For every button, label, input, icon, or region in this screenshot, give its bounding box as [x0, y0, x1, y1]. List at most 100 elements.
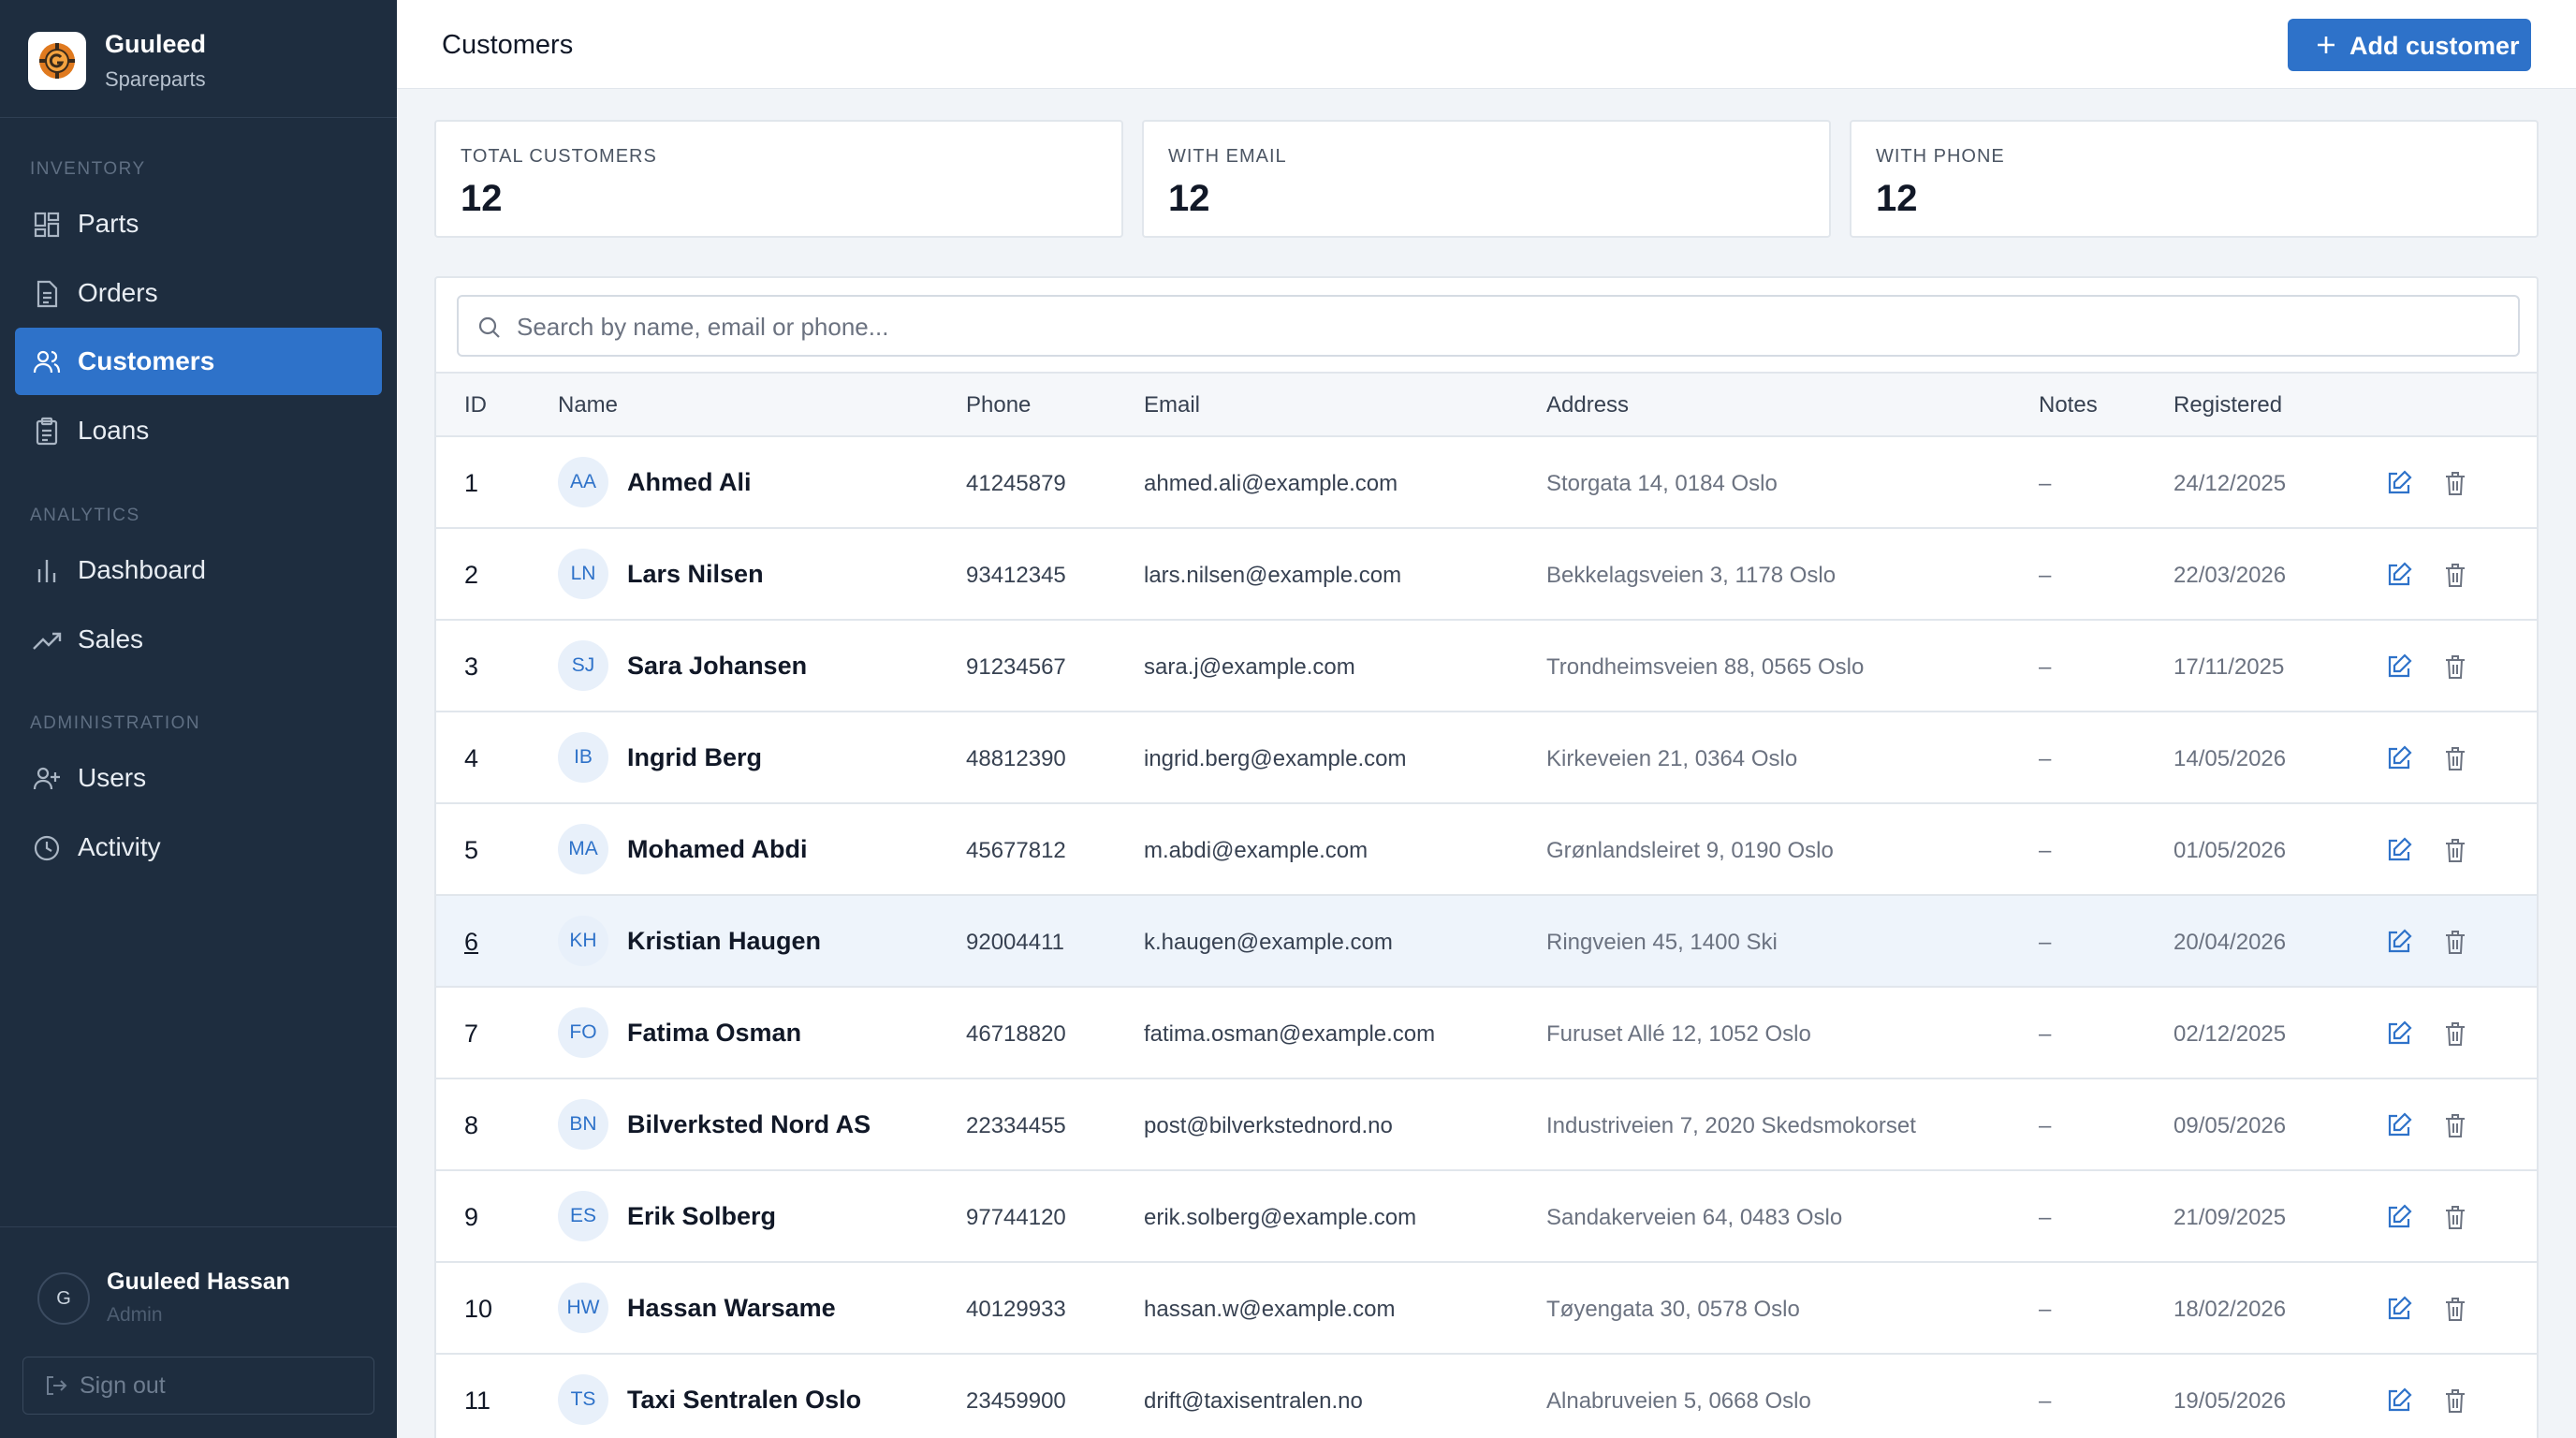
edit-icon[interactable] [2385, 1020, 2413, 1048]
customer-avatar: HW [558, 1283, 608, 1333]
customer-phone: 91234567 [966, 654, 1066, 680]
edit-icon[interactable] [2385, 1111, 2413, 1139]
customer-name: Lars Nilsen [627, 560, 764, 588]
column-header-notes[interactable]: Notes [2039, 392, 2098, 418]
customer-id[interactable]: 5 [464, 836, 478, 865]
sidebar-item-sales[interactable]: Sales [15, 606, 382, 673]
edit-icon[interactable] [2385, 1203, 2413, 1231]
customer-registered: 21/09/2025 [2174, 1205, 2287, 1230]
customer-registered: 09/05/2026 [2174, 1113, 2287, 1138]
customer-notes: – [2039, 471, 2052, 496]
edit-icon[interactable] [2385, 928, 2413, 956]
sidebar-item-customers[interactable]: Customers [15, 328, 382, 395]
edit-icon[interactable] [2385, 469, 2413, 497]
customer-id[interactable]: 4 [464, 744, 478, 773]
sidebar-item-dashboard[interactable]: Dashboard [15, 536, 382, 604]
search-input[interactable] [517, 306, 2482, 347]
trash-icon[interactable] [2441, 1295, 2469, 1323]
sign-out-button[interactable]: Sign out [22, 1357, 374, 1415]
edit-icon[interactable] [2385, 653, 2413, 681]
sidebar-item-activity[interactable]: Activity [15, 814, 382, 881]
sidebar-item-label: Dashboard [78, 555, 206, 584]
column-header-address[interactable]: Address [1546, 392, 1629, 418]
logout-icon [47, 1376, 67, 1395]
table-row[interactable]: 7 FO Fatima Osman 46718820 fatima.osman@… [436, 988, 2537, 1079]
table-row[interactable]: 11 TS Taxi Sentralen Oslo 23459900 drift… [436, 1355, 2537, 1438]
trash-icon[interactable] [2441, 1111, 2469, 1139]
customer-id[interactable]: 2 [464, 561, 478, 590]
table-row[interactable]: 10 HW Hassan Warsame 40129933 hassan.w@e… [436, 1263, 2537, 1355]
sidebar-item-loans[interactable]: Loans [15, 397, 382, 464]
trash-icon[interactable] [2441, 1020, 2469, 1048]
add-customer-button[interactable]: Add customer [2288, 19, 2531, 71]
table-row[interactable]: 2 LN Lars Nilsen 93412345 lars.nilsen@ex… [436, 529, 2537, 621]
customer-email: hassan.w@example.com [1144, 1297, 1396, 1322]
customer-id[interactable]: 3 [464, 653, 478, 682]
customer-id[interactable]: 6 [464, 928, 478, 957]
customer-avatar: SJ [558, 640, 608, 691]
customer-name: Mohamed Abdi [627, 835, 808, 863]
customer-phone: 48812390 [966, 746, 1066, 771]
trash-icon[interactable] [2441, 1203, 2469, 1231]
sidebar-item-parts[interactable]: Parts [15, 190, 382, 257]
user-name: Guuleed Hassan [107, 1269, 290, 1295]
sidebar-item-orders[interactable]: Orders [15, 259, 382, 327]
trash-icon[interactable] [2441, 744, 2469, 772]
brand: Guuleed Spareparts [0, 0, 397, 118]
column-header-id[interactable]: ID [464, 392, 487, 418]
customer-address: Ringveien 45, 1400 Ski [1546, 930, 1778, 955]
customer-notes: – [2039, 1205, 2052, 1230]
trash-icon[interactable] [2441, 469, 2469, 497]
table-body: 1 AA Ahmed Ali 41245879 ahmed.ali@exampl… [436, 437, 2537, 1438]
sidebar-item-users[interactable]: Users [15, 744, 382, 812]
stat-value: 12 [1876, 178, 1918, 219]
column-header-registered[interactable]: Registered [2174, 392, 2282, 418]
sidebar-item-label: Sales [78, 624, 144, 653]
top-bar: Customers Add customer [397, 0, 2576, 89]
add-customer-label: Add customer [2349, 32, 2520, 60]
customer-id[interactable]: 8 [464, 1111, 478, 1140]
column-header-name[interactable]: Name [558, 392, 618, 418]
edit-icon[interactable] [2385, 1295, 2413, 1323]
edit-icon[interactable] [2385, 1387, 2413, 1415]
column-header-email[interactable]: Email [1144, 392, 1200, 418]
customer-address: Kirkeveien 21, 0364 Oslo [1546, 746, 1798, 771]
edit-icon[interactable] [2385, 836, 2413, 864]
customer-phone: 93412345 [966, 563, 1066, 588]
stat-card-with-phone: WITH PHONE 12 [1850, 120, 2539, 238]
table-row[interactable]: 3 SJ Sara Johansen 91234567 sara.j@examp… [436, 621, 2537, 712]
clock-icon [34, 835, 60, 861]
column-header-phone[interactable]: Phone [966, 392, 1031, 418]
trash-icon[interactable] [2441, 561, 2469, 589]
customer-phone: 97744120 [966, 1205, 1066, 1230]
customer-phone: 92004411 [966, 930, 1064, 955]
table-row[interactable]: 9 ES Erik Solberg 97744120 erik.solberg@… [436, 1171, 2537, 1263]
table-row[interactable]: 8 BN Bilverksted Nord AS 22334455 post@b… [436, 1079, 2537, 1171]
customer-id[interactable]: 9 [464, 1203, 478, 1232]
table-row[interactable]: 6 KH Kristian Haugen 92004411 k.haugen@e… [436, 896, 2537, 988]
grid-icon [34, 212, 60, 238]
sign-out-label: Sign out [80, 1372, 166, 1399]
customer-email: sara.j@example.com [1144, 654, 1355, 680]
trash-icon[interactable] [2441, 836, 2469, 864]
trending-up-icon [33, 632, 62, 650]
trash-icon[interactable] [2441, 1387, 2469, 1415]
trash-icon[interactable] [2441, 653, 2469, 681]
user-role: Admin [107, 1304, 163, 1326]
customer-id[interactable]: 1 [464, 469, 478, 498]
customer-address: Storgata 14, 0184 Oslo [1546, 471, 1778, 496]
customer-id[interactable]: 10 [464, 1295, 492, 1324]
customer-email: ingrid.berg@example.com [1144, 746, 1407, 771]
table-row[interactable]: 1 AA Ahmed Ali 41245879 ahmed.ali@exampl… [436, 437, 2537, 529]
user-area: G Guuleed Hassan Admin Sign out [0, 1226, 397, 1438]
edit-icon[interactable] [2385, 744, 2413, 772]
edit-icon[interactable] [2385, 561, 2413, 589]
customer-id[interactable]: 7 [464, 1020, 478, 1049]
table-row[interactable]: 4 IB Ingrid Berg 48812390 ingrid.berg@ex… [436, 712, 2537, 804]
customer-name: Fatima Osman [627, 1019, 802, 1047]
table-row[interactable]: 5 MA Mohamed Abdi 45677812 m.abdi@exampl… [436, 804, 2537, 896]
customer-notes: – [2039, 1021, 2052, 1047]
customer-id[interactable]: 11 [464, 1387, 490, 1416]
trash-icon[interactable] [2441, 928, 2469, 956]
customer-avatar: TS [558, 1374, 608, 1425]
